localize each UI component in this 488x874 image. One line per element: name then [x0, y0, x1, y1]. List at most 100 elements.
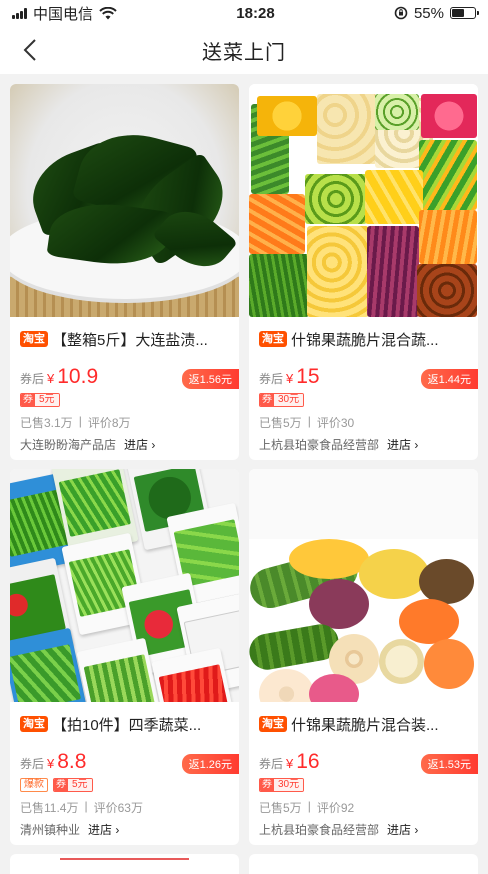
pepper-graphic: [419, 140, 477, 210]
okra-chip-graphic: [249, 621, 342, 673]
coupon-amount: 30元: [274, 779, 304, 791]
kiwi-graphic: [305, 174, 367, 224]
product-title[interactable]: 【拍10件】四季蔬菜...: [52, 714, 201, 735]
pumpkin-graphic: [257, 96, 317, 136]
taobao-badge: 淘宝: [20, 716, 48, 732]
review-count: 评价8万: [87, 416, 131, 430]
divider: |: [78, 414, 82, 428]
coupon-prefix: 券: [260, 394, 274, 406]
coupon-prefix: 券: [260, 779, 274, 791]
enter-shop-link[interactable]: 进店 ›: [88, 821, 119, 838]
taobao-badge: 淘宝: [259, 331, 287, 347]
coupon-amount: 30元: [274, 394, 304, 406]
coupon-tag: 券 30元: [259, 393, 305, 407]
sold-count: 已售11.4万: [20, 801, 79, 815]
review-count: 评价30: [316, 416, 355, 430]
coupon-prefix: 券: [54, 779, 68, 791]
status-time: 18:28: [236, 4, 275, 22]
carrier-label: 中国电信: [33, 5, 94, 23]
enter-shop-link[interactable]: 进店 ›: [387, 436, 418, 453]
sold-count: 已售5万: [259, 801, 302, 815]
review-count: 评价63万: [93, 801, 143, 815]
sold-count: 已售3.1万: [20, 416, 73, 430]
currency-symbol: ¥: [47, 756, 55, 771]
lotus-chip-graphic: [259, 669, 314, 702]
rebate-badge: 返1.56元: [181, 369, 239, 389]
carrot-chip-graphic: [424, 639, 474, 689]
after-coupon-label: 券后: [259, 372, 284, 386]
product-grid: 淘宝 【整箱5斤】大连盐渍... 券后 ¥ 10.9 返1.56元 券 5元 已售…: [10, 84, 478, 874]
after-coupon-label: 券后: [20, 372, 45, 386]
taobao-badge: 淘宝: [20, 331, 48, 347]
enter-shop-link[interactable]: 进店 ›: [387, 821, 418, 838]
after-coupon-label: 券后: [259, 757, 284, 771]
back-button[interactable]: [14, 34, 46, 66]
beet-graphic: [367, 226, 419, 317]
carrot-graphic: [249, 194, 305, 254]
carrot-chip-graphic: [399, 599, 459, 644]
rotation-lock-icon: [394, 6, 408, 20]
sold-count: 已售5万: [259, 416, 302, 430]
review-count: 评价92: [316, 801, 355, 815]
price: 15: [296, 365, 320, 388]
product-image[interactable]: [249, 84, 478, 317]
date-graphic: [417, 264, 477, 317]
product-title[interactable]: 【整箱5斤】大连盐渍...: [52, 329, 208, 350]
status-right: 55%: [394, 4, 479, 22]
mango-graphic: [365, 170, 423, 224]
price: 16: [296, 750, 320, 773]
wifi-icon: [99, 6, 117, 19]
after-coupon-label: 券后: [20, 757, 45, 771]
yam-graphic: [419, 210, 477, 264]
divider: |: [307, 799, 311, 813]
product-image[interactable]: [10, 469, 239, 702]
jackfruit-graphic: [307, 226, 369, 317]
pumpkin-chip-graphic: [289, 539, 369, 579]
coupon-tag: 券 5元: [20, 393, 60, 407]
status-left: 中国电信: [12, 3, 117, 24]
banana-chip-graphic: [379, 639, 424, 684]
sweetpotato-chip-graphic: [309, 579, 369, 629]
page-title: 送菜上门: [202, 41, 286, 64]
currency-symbol: ¥: [286, 371, 294, 386]
product-title[interactable]: 什锦果蔬脆片混合蔬...: [291, 329, 439, 350]
product-card-partial[interactable]: [10, 854, 239, 874]
product-card-partial[interactable]: [249, 854, 478, 874]
product-image[interactable]: [10, 84, 239, 317]
pumpkin-chip-graphic: [359, 549, 429, 599]
mushroom-chip-graphic: [419, 559, 474, 604]
coupon-prefix: 券: [21, 394, 35, 406]
product-card[interactable]: 淘宝 【拍10件】四季蔬菜... 券后 ¥ 8.8 返1.26元 爆款 券 5元 …: [10, 469, 239, 845]
rebate-badge: 返1.44元: [420, 369, 478, 389]
taobao-badge: 淘宝: [259, 716, 287, 732]
currency-symbol: ¥: [47, 371, 55, 386]
product-title[interactable]: 什锦果蔬脆片混合装...: [291, 714, 439, 735]
dragonfruit-graphic: [421, 94, 477, 138]
divider: |: [84, 799, 88, 813]
hot-tag: 爆款: [20, 778, 48, 792]
price: 10.9: [57, 365, 99, 388]
battery-icon: [449, 7, 479, 19]
shop-name: 清州镇种业: [20, 823, 81, 837]
rebate-badge: 返1.26元: [181, 754, 239, 774]
product-card[interactable]: 淘宝 什锦果蔬脆片混合装... 券后 ¥ 16 返1.53元 券 30元 已售5万…: [249, 469, 478, 845]
product-image[interactable]: [249, 469, 478, 702]
bean-graphic: [249, 254, 309, 317]
partial-image-graphic: [60, 858, 189, 864]
rebate-badge: 返1.53元: [420, 754, 478, 774]
product-card[interactable]: 淘宝 【整箱5斤】大连盐渍... 券后 ¥ 10.9 返1.56元 券 5元 已售…: [10, 84, 239, 460]
nav-bar: 送菜上门: [0, 26, 488, 74]
price: 8.8: [57, 750, 87, 773]
status-bar: 中国电信 18:28 55%: [0, 0, 488, 26]
battery-percent: 55%: [413, 4, 444, 22]
cucumber-graphic: [375, 94, 419, 130]
signal-icon: [12, 7, 27, 19]
currency-symbol: ¥: [286, 756, 294, 771]
seed-packet-graphic: [10, 627, 89, 702]
coupon-amount: 5元: [68, 779, 92, 791]
chevron-left-icon: [23, 39, 36, 61]
coupon-tag: 券 30元: [259, 778, 305, 792]
product-card[interactable]: 淘宝 什锦果蔬脆片混合蔬... 券后 ¥ 15 返1.44元 券 30元 已售5万…: [249, 84, 478, 460]
coupon-tag: 券 5元: [53, 778, 93, 792]
enter-shop-link[interactable]: 进店 ›: [124, 436, 155, 453]
